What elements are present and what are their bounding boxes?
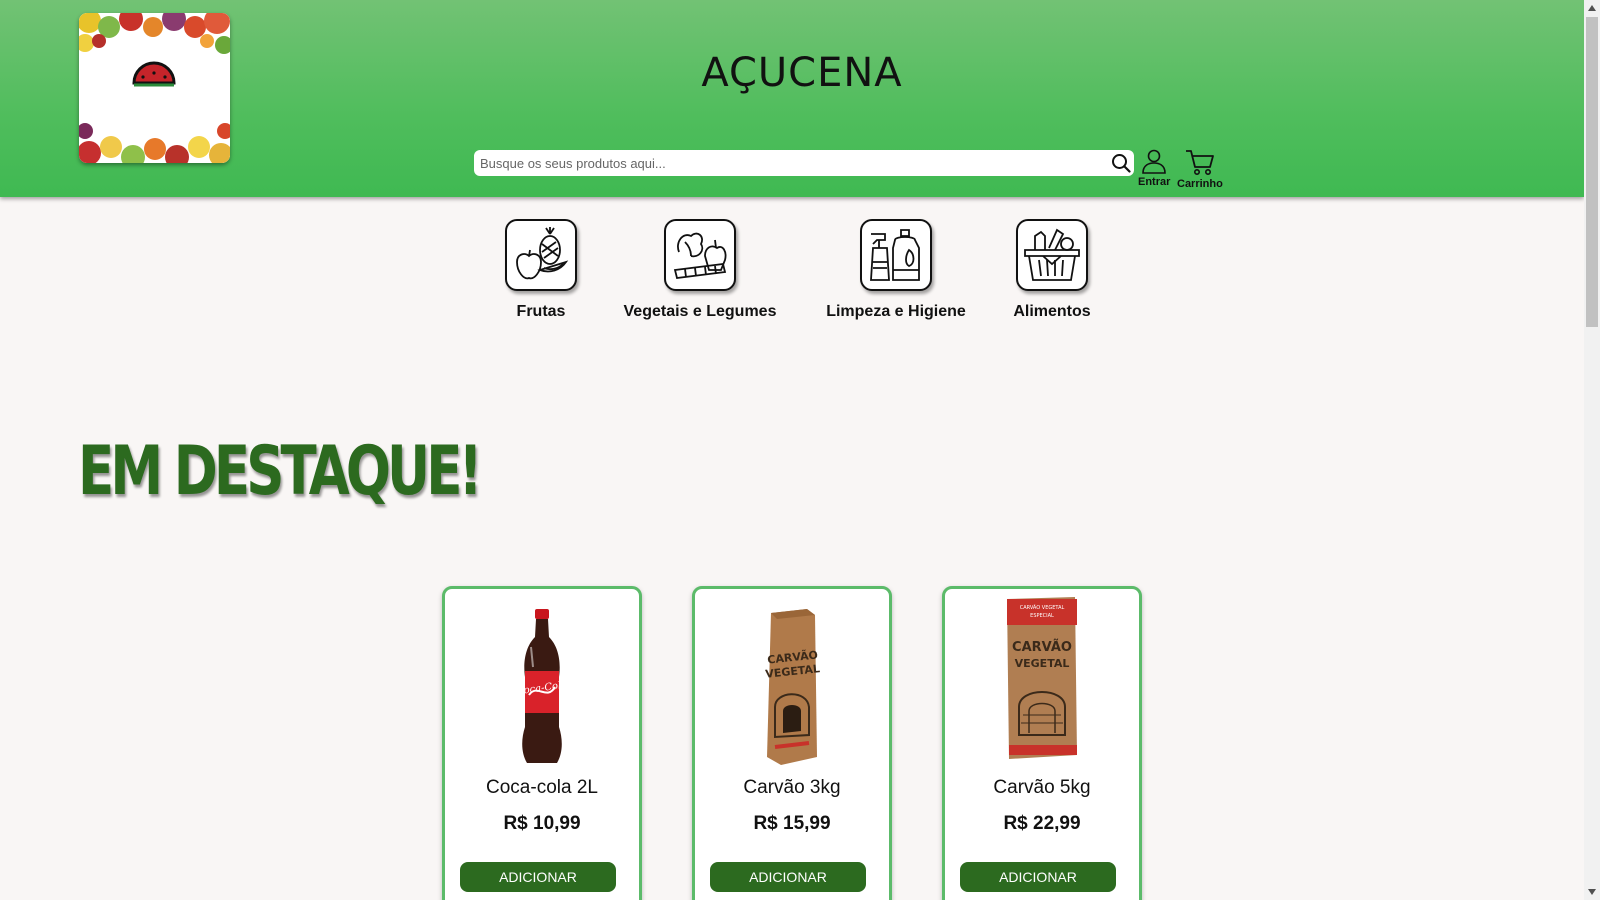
store-logo[interactable] bbox=[79, 13, 230, 163]
site-header: AÇUCENA Entrar Carrinho bbox=[0, 0, 1584, 197]
charcoal-bag-image: CARVÃO VEGETAL ESPECIAL CARVÃO VEGETAL bbox=[1007, 597, 1077, 759]
category-label: Limpeza e Higiene bbox=[826, 303, 966, 320]
cleaning-icon bbox=[860, 219, 932, 291]
svg-text:CARVÃO: CARVÃO bbox=[1012, 639, 1072, 655]
page-scrollbar[interactable] bbox=[1584, 0, 1600, 900]
featured-title: EM DESTAQUE! bbox=[78, 432, 483, 511]
svg-text:CARVÃO VEGETAL: CARVÃO VEGETAL bbox=[1020, 604, 1065, 611]
fruits-icon bbox=[505, 219, 577, 291]
svg-text:VEGETAL: VEGETAL bbox=[1015, 657, 1070, 670]
scroll-down-icon[interactable] bbox=[1584, 884, 1600, 900]
product-image[interactable]: Coca-Cola bbox=[445, 595, 639, 767]
brand-title: AÇUCENA bbox=[701, 50, 903, 96]
search-icon bbox=[1112, 154, 1131, 173]
category-alimentos[interactable]: Alimentos bbox=[1005, 219, 1099, 321]
cart-button[interactable]: Carrinho bbox=[1177, 148, 1223, 190]
product-price: R$ 22,99 bbox=[1003, 813, 1081, 834]
category-label: Frutas bbox=[516, 303, 566, 320]
category-label: Vegetais e Legumes bbox=[623, 303, 777, 320]
svg-text:ESPECIAL: ESPECIAL bbox=[1030, 613, 1054, 619]
charcoal-bag-image: CARVÃO VEGETAL bbox=[765, 609, 821, 765]
product-card: CARVÃO VEGETAL ESPECIAL CARVÃO VEGETAL C… bbox=[942, 586, 1142, 900]
scroll-up-icon[interactable] bbox=[1584, 0, 1600, 16]
cart-icon bbox=[1185, 150, 1214, 175]
product-price: R$ 15,99 bbox=[753, 813, 831, 834]
category-label: Alimentos bbox=[1013, 303, 1091, 320]
food-basket-icon bbox=[1016, 219, 1088, 291]
search-input[interactable] bbox=[474, 150, 1108, 176]
add-to-cart-button[interactable]: ADICIONAR bbox=[960, 862, 1116, 892]
cart-label: Carrinho bbox=[1177, 178, 1223, 190]
login-label: Entrar bbox=[1138, 176, 1171, 188]
category-frutas[interactable]: Frutas bbox=[505, 219, 577, 321]
product-name: Carvão 3kg bbox=[743, 777, 841, 798]
coca-cola-bottle-image: Coca-Cola bbox=[515, 609, 568, 763]
scrollbar-thumb[interactable] bbox=[1586, 17, 1598, 327]
category-limpeza[interactable]: Limpeza e Higiene bbox=[826, 219, 966, 321]
product-price: R$ 10,99 bbox=[503, 813, 581, 834]
add-to-cart-button[interactable]: ADICIONAR bbox=[460, 862, 616, 892]
search-bar bbox=[474, 150, 1134, 176]
product-image[interactable]: CARVÃO VEGETAL ESPECIAL CARVÃO VEGETAL bbox=[945, 595, 1139, 767]
product-card: CARVÃO VEGETAL Carvão 3kg R$ 15,99 ADICI… bbox=[692, 586, 892, 900]
user-icon bbox=[1142, 149, 1167, 174]
vegetables-icon bbox=[664, 219, 736, 291]
login-button[interactable]: Entrar bbox=[1138, 148, 1170, 188]
product-card: Coca-Cola Coca-cola 2L R$ 10,99 ADICIONA… bbox=[442, 586, 642, 900]
product-image[interactable]: CARVÃO VEGETAL bbox=[695, 595, 889, 767]
product-name: Coca-cola 2L bbox=[486, 777, 598, 798]
logo-image bbox=[79, 13, 230, 163]
add-to-cart-button[interactable]: ADICIONAR bbox=[710, 862, 866, 892]
search-button[interactable] bbox=[1108, 150, 1134, 176]
product-name: Carvão 5kg bbox=[993, 777, 1091, 798]
category-vegetais[interactable]: Vegetais e Legumes bbox=[624, 219, 776, 321]
